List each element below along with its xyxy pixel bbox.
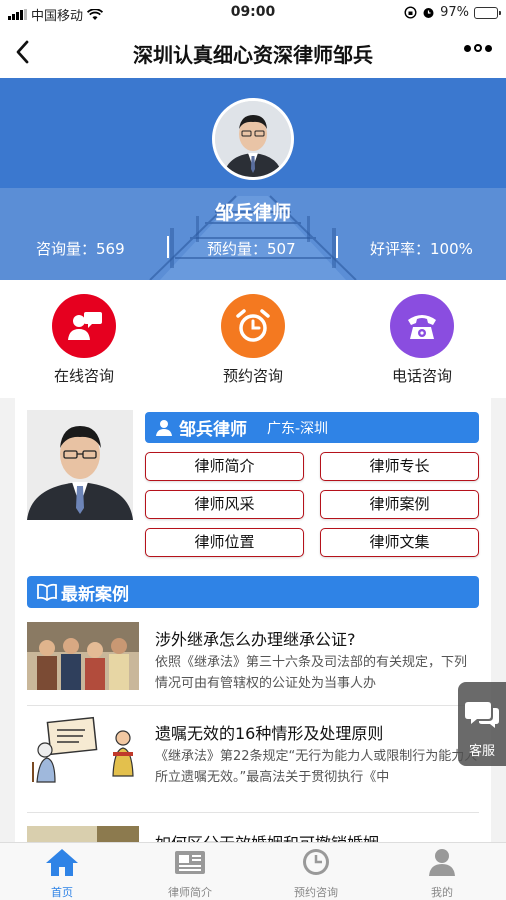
customer-service-label: 客服: [468, 744, 495, 759]
case-divider: [27, 812, 479, 813]
latest-cases-header: 最新案例: [27, 576, 479, 608]
lawyer-intro-button[interactable]: 律师简介: [145, 452, 304, 481]
book-consult-button[interactable]: 预约咨询: [203, 294, 303, 386]
lawyer-photo[interactable]: [27, 410, 133, 520]
tab-lawyer-intro-label: 律师简介: [168, 886, 212, 899]
tab-mine[interactable]: 我的: [392, 847, 492, 900]
home-icon: [46, 849, 78, 876]
user-icon: [429, 849, 455, 876]
phone-consult-label: 电话咨询: [391, 367, 452, 385]
main-content: 邹兵律师 广东-深圳 律师简介 律师专长 律师风采 律师案例 律师位置 律师文集…: [15, 398, 491, 850]
chat-bubbles-icon: [465, 702, 499, 728]
lawyer-name: 邹兵律师: [214, 202, 291, 224]
profile-banner: 邹兵律师 咨询量：569 预约量：507 好评率：100%: [0, 78, 506, 280]
lawyer-articles-button[interactable]: 律师文集: [320, 528, 479, 557]
case-thumbnail: [27, 716, 139, 784]
battery-percent: 97%: [440, 5, 469, 20]
tab-lawyer-intro[interactable]: 律师简介: [140, 847, 240, 900]
online-consult-label: 在线咨询: [53, 367, 114, 385]
book-consult-label: 预约咨询: [222, 367, 283, 385]
status-right: 97%: [404, 5, 501, 20]
case-title: 涉外继承怎么办理继承公证?: [155, 630, 356, 649]
case-title: 遗嘱无效的16种情形及处理原则: [155, 724, 384, 743]
tab-booking-label: 预约咨询: [294, 886, 338, 899]
case-description: 依照《继承法》第三十六条及司法部的有关规定，下列情况可由有管辖权的公证处为当事人…: [155, 655, 468, 691]
stat-consultations: 咨询量：569: [36, 240, 125, 258]
alarm-icon: [423, 8, 434, 18]
more-menu-icon[interactable]: [464, 44, 492, 52]
stat-divider: [336, 236, 338, 258]
chat-person-icon: [52, 294, 116, 358]
status-bar: 中国移动 09:00 97%: [0, 0, 506, 26]
phone-consult-button[interactable]: 电话咨询: [372, 294, 472, 386]
lawyer-gallery-button[interactable]: 律师风采: [145, 490, 304, 519]
bottom-tab-bar: 首页 律师简介 预约咨询 我的: [0, 842, 506, 900]
case-divider: [27, 705, 479, 706]
stat-rating: 好评率：100%: [370, 240, 473, 258]
case-item[interactable]: 涉外继承怎么办理继承公证? 依照《继承法》第三十六条及司法部的有关规定，下列情况…: [27, 618, 479, 708]
case-description: 《继承法》第22条规定“无行为能力人或限制行为能力人所立遗嘱无效。”最高法关于贯…: [155, 749, 478, 785]
lawyer-expertise-button[interactable]: 律师专长: [320, 452, 479, 481]
stats-row: 咨询量：569 预约量：507 好评率：100%: [0, 236, 506, 260]
profile-location: 广东-深圳: [267, 420, 329, 437]
online-consult-button[interactable]: 在线咨询: [34, 294, 134, 386]
tab-booking[interactable]: 预约咨询: [266, 847, 366, 900]
lawyer-cases-button[interactable]: 律师案例: [320, 490, 479, 519]
alarm-clock-icon: [221, 294, 285, 358]
lawyer-name-bar: 邹兵律师 广东-深圳: [145, 412, 479, 443]
tab-mine-label: 我的: [431, 886, 453, 899]
profile-name: 邹兵律师: [179, 420, 247, 440]
telephone-icon: [390, 294, 454, 358]
tab-home[interactable]: 首页: [12, 847, 112, 900]
page-title: 深圳认真细心资深律师邹兵: [133, 43, 373, 67]
case-item[interactable]: 遗嘱无效的16种情形及处理原则 《继承法》第22条规定“无行为能力人或限制行为能…: [27, 712, 479, 802]
orientation-lock-icon: [404, 6, 417, 19]
tab-home-label: 首页: [51, 886, 73, 899]
case-thumbnail: [27, 622, 139, 690]
newspaper-icon: [175, 851, 205, 874]
back-arrow-icon[interactable]: [10, 36, 40, 68]
latest-cases-title: 最新案例: [61, 584, 129, 605]
customer-service-button[interactable]: 客服: [458, 682, 506, 766]
stat-divider: [167, 236, 169, 258]
person-icon: [156, 419, 172, 436]
lawyer-avatar: [212, 98, 294, 180]
lawyer-location-button[interactable]: 律师位置: [145, 528, 304, 557]
navigation-bar: 深圳认真细心资深律师邹兵: [0, 26, 506, 78]
stat-appointments: 预约量：507: [207, 240, 296, 258]
quick-actions: 在线咨询 预约咨询 电话咨询: [0, 280, 506, 398]
battery-icon: [474, 6, 501, 19]
open-book-icon: [37, 583, 57, 601]
clock-icon: [303, 849, 329, 875]
